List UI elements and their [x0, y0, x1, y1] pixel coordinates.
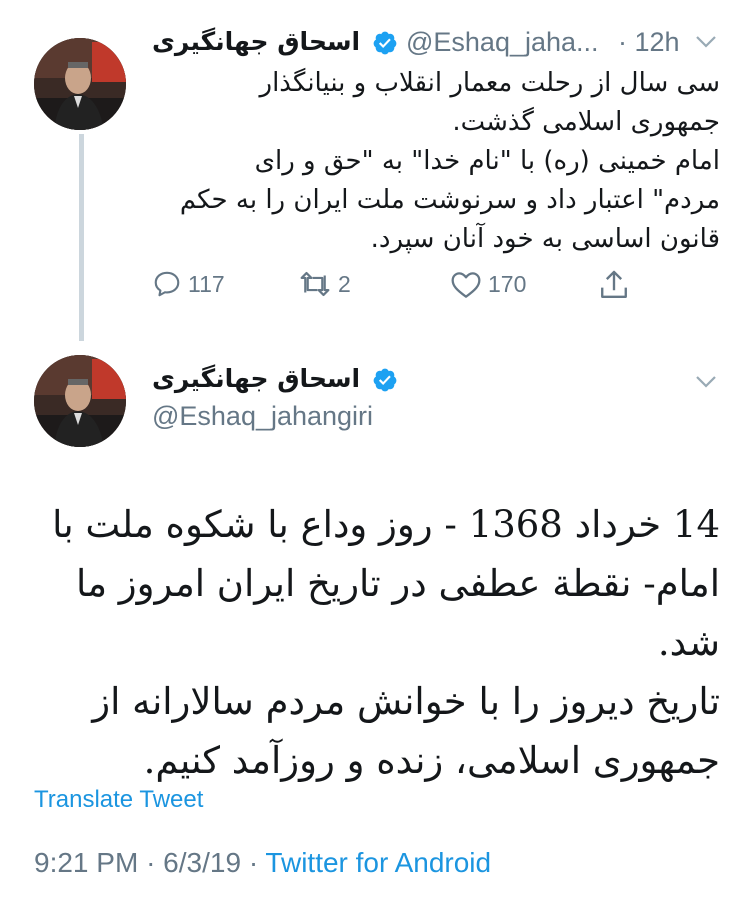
retweet-count: 2: [338, 270, 351, 297]
meta-separator: ·: [248, 847, 266, 878]
avatar-image: [34, 355, 126, 447]
author-handle[interactable]: @Eshaq_jahangiri: [152, 401, 373, 432]
chevron-down-icon[interactable]: [694, 372, 718, 392]
author-name[interactable]: اسحاق جهانگیری: [152, 364, 360, 393]
share-icon[interactable]: [598, 268, 630, 302]
retweet-icon: [300, 271, 330, 297]
tweet-text-line: جمهوری اسلامی، زنده و روزآمد کنیم.: [143, 739, 720, 782]
verified-badge-icon: [373, 31, 397, 55]
meta-separator: ·: [146, 847, 164, 878]
tweet-source-link[interactable]: Twitter for Android: [265, 847, 491, 878]
like-button[interactable]: 170: [450, 269, 526, 299]
tweet-text-line: 14 خرداد 1368 - روز وداع با شکوه ملت با: [52, 503, 720, 546]
tweet-time[interactable]: 9:21 PM: [34, 847, 138, 878]
tweet-timestamp[interactable]: · 12h: [618, 27, 680, 58]
thread-connector: [79, 134, 84, 341]
avatar[interactable]: [34, 355, 126, 447]
author-name[interactable]: اسحاق جهانگیری: [152, 27, 360, 56]
tweet-text-line: امام- نقطة عطفی در تاریخ ایران امروز ما …: [75, 562, 720, 664]
retweet-button[interactable]: 2: [298, 269, 351, 299]
tweet-text-line: تاریخ دیروز را با خوانش مردم سالارانه از: [92, 680, 720, 723]
translate-tweet-link[interactable]: Translate Tweet: [34, 786, 203, 814]
verified-badge-icon: [373, 368, 397, 392]
reply-count: 117: [188, 270, 225, 297]
tweet-text-line: سی سال از رحلت معمار انقلاب و بنیانگذار: [259, 68, 720, 98]
tweet-text-line: مردم" اعتبار داد و سرنوشت ملت ایران را ب…: [179, 185, 720, 215]
reply-icon: [154, 271, 180, 297]
tweet-date[interactable]: 6/3/19: [163, 847, 241, 878]
tweet-text-line: جمهوری اسلامی گذشت.: [452, 107, 720, 137]
tweet-text-line: قانون اساسی به خود آنان سپرد.: [370, 224, 720, 254]
tweet-meta: 9:21 PM · 6/3/19 · Twitter for Android: [34, 847, 491, 879]
avatar-image: [34, 38, 126, 130]
author-handle[interactable]: @Eshaq_jaha...: [406, 27, 599, 58]
tweet-text-line: امام خمینی (ره) با "نام خدا" به "حق و را…: [254, 146, 720, 176]
reply-button[interactable]: 117: [152, 269, 225, 299]
chevron-down-icon[interactable]: [694, 32, 718, 52]
like-icon: [451, 272, 481, 298]
tweet-text: سی سال از رحلت معمار انقلاب و بنیانگذار …: [150, 64, 720, 259]
tweet-text: 14 خرداد 1368 - روز وداع با شکوه ملت با …: [30, 495, 720, 790]
like-count: 170: [488, 270, 527, 297]
avatar[interactable]: [34, 38, 126, 130]
